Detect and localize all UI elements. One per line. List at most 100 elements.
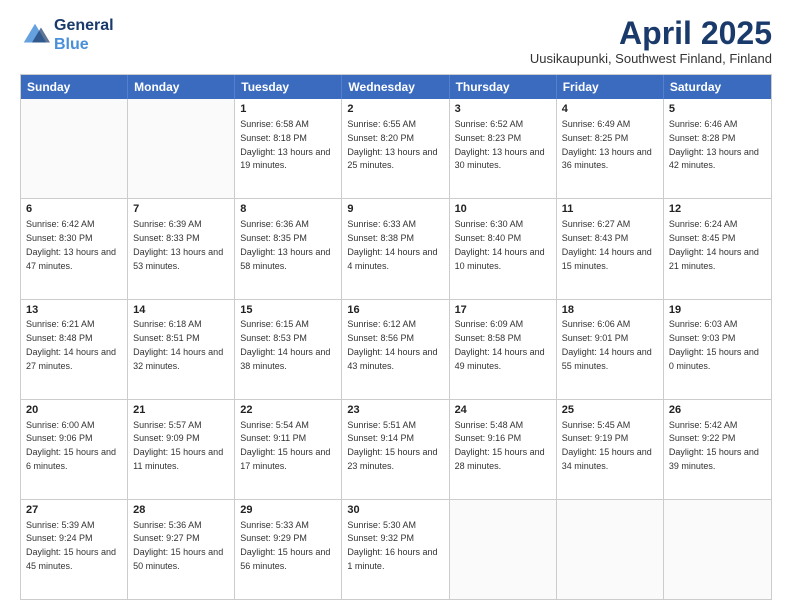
day-number: 24: [455, 403, 551, 418]
day-number: 6: [26, 202, 122, 217]
day-cell-11: 11 Sunrise: 6:27 AM Sunset: 8:43 PM Dayli…: [557, 199, 664, 298]
day-number: 22: [240, 403, 336, 418]
location: Uusikaupunki, Southwest Finland, Finland: [530, 51, 772, 66]
empty-cell: [557, 500, 664, 599]
empty-cell: [21, 99, 128, 198]
sun-info: Sunrise: 6:27 AM Sunset: 8:43 PM Dayligh…: [562, 219, 652, 270]
sun-info: Sunrise: 5:42 AM Sunset: 9:22 PM Dayligh…: [669, 420, 759, 471]
day-number: 14: [133, 303, 229, 318]
day-cell-13: 13Sunrise: 6:21 AM Sunset: 8:48 PM Dayli…: [21, 300, 128, 399]
sun-info: Sunrise: 6:30 AM Sunset: 8:40 PM Dayligh…: [455, 219, 545, 270]
day-number: 10: [455, 202, 551, 217]
header-day-monday: Monday: [128, 75, 235, 99]
empty-cell: [450, 500, 557, 599]
logo: General Blue: [20, 16, 114, 54]
day-cell-30: 30Sunrise: 5:30 AM Sunset: 9:32 PM Dayli…: [342, 500, 449, 599]
day-cell-7: 7 Sunrise: 6:39 AM Sunset: 8:33 PM Daylig…: [128, 199, 235, 298]
day-number: 20: [26, 403, 122, 418]
sun-info: Sunrise: 5:48 AM Sunset: 9:16 PM Dayligh…: [455, 420, 545, 471]
sun-info: Sunrise: 5:54 AM Sunset: 9:11 PM Dayligh…: [240, 420, 330, 471]
day-number: 9: [347, 202, 443, 217]
sun-info: Sunrise: 5:30 AM Sunset: 9:32 PM Dayligh…: [347, 520, 437, 571]
day-cell-26: 26 Sunrise: 5:42 AM Sunset: 9:22 PM Dayli…: [664, 400, 771, 499]
day-number: 27: [26, 503, 122, 518]
day-cell-29: 29 Sunrise: 5:33 AM Sunset: 9:29 PM Dayli…: [235, 500, 342, 599]
calendar-header: SundayMondayTuesdayWednesdayThursdayFrid…: [21, 75, 771, 99]
day-cell-5: 5Sunrise: 6:46 AM Sunset: 8:28 PM Daylig…: [664, 99, 771, 198]
day-cell-27: 27 Sunrise: 5:39 AM Sunset: 9:24 PM Dayli…: [21, 500, 128, 599]
day-cell-6: 6 Sunrise: 6:42 AM Sunset: 8:30 PM Daylig…: [21, 199, 128, 298]
day-number: 28: [133, 503, 229, 518]
sun-info: Sunrise: 6:42 AM Sunset: 8:30 PM Dayligh…: [26, 219, 116, 270]
day-cell-2: 2Sunrise: 6:55 AM Sunset: 8:20 PM Daylig…: [342, 99, 449, 198]
calendar-week-4: 20 Sunrise: 6:00 AM Sunset: 9:06 PM Dayli…: [21, 399, 771, 499]
day-cell-15: 15Sunrise: 6:15 AM Sunset: 8:53 PM Dayli…: [235, 300, 342, 399]
day-number: 3: [455, 102, 551, 117]
sun-info: Sunrise: 5:39 AM Sunset: 9:24 PM Dayligh…: [26, 520, 116, 571]
calendar-week-1: 1 Sunrise: 6:58 AM Sunset: 8:18 PM Daylig…: [21, 99, 771, 198]
sun-info: Sunrise: 6:18 AM Sunset: 8:51 PM Dayligh…: [133, 319, 223, 370]
logo-icon: [20, 20, 50, 50]
header-day-tuesday: Tuesday: [235, 75, 342, 99]
day-cell-16: 16Sunrise: 6:12 AM Sunset: 8:56 PM Dayli…: [342, 300, 449, 399]
day-number: 19: [669, 303, 766, 318]
day-number: 25: [562, 403, 658, 418]
day-cell-28: 28 Sunrise: 5:36 AM Sunset: 9:27 PM Dayli…: [128, 500, 235, 599]
header-day-sunday: Sunday: [21, 75, 128, 99]
day-number: 23: [347, 403, 443, 418]
day-cell-20: 20 Sunrise: 6:00 AM Sunset: 9:06 PM Dayli…: [21, 400, 128, 499]
day-cell-22: 22 Sunrise: 5:54 AM Sunset: 9:11 PM Dayli…: [235, 400, 342, 499]
sun-info: Sunrise: 6:15 AM Sunset: 8:53 PM Dayligh…: [240, 319, 330, 370]
day-cell-14: 14Sunrise: 6:18 AM Sunset: 8:51 PM Dayli…: [128, 300, 235, 399]
day-number: 26: [669, 403, 766, 418]
sun-info: Sunrise: 6:39 AM Sunset: 8:33 PM Dayligh…: [133, 219, 223, 270]
sun-info: Sunrise: 5:36 AM Sunset: 9:27 PM Dayligh…: [133, 520, 223, 571]
logo-text: General Blue: [54, 16, 114, 54]
sun-info: Sunrise: 6:24 AM Sunset: 8:45 PM Dayligh…: [669, 219, 759, 270]
month-title: April 2025: [530, 16, 772, 51]
sun-info: Sunrise: 6:00 AM Sunset: 9:06 PM Dayligh…: [26, 420, 116, 471]
header-day-saturday: Saturday: [664, 75, 771, 99]
day-cell-19: 19Sunrise: 6:03 AM Sunset: 9:03 PM Dayli…: [664, 300, 771, 399]
calendar-week-5: 27 Sunrise: 5:39 AM Sunset: 9:24 PM Dayli…: [21, 499, 771, 599]
sun-info: Sunrise: 6:09 AM Sunset: 8:58 PM Dayligh…: [455, 319, 545, 370]
sun-info: Sunrise: 6:03 AM Sunset: 9:03 PM Dayligh…: [669, 319, 759, 370]
calendar: SundayMondayTuesdayWednesdayThursdayFrid…: [20, 74, 772, 600]
sun-info: Sunrise: 6:49 AM Sunset: 8:25 PM Dayligh…: [562, 119, 652, 170]
sun-info: Sunrise: 6:55 AM Sunset: 8:20 PM Dayligh…: [347, 119, 437, 170]
day-cell-4: 4 Sunrise: 6:49 AM Sunset: 8:25 PM Daylig…: [557, 99, 664, 198]
empty-cell: [128, 99, 235, 198]
day-number: 12: [669, 202, 766, 217]
day-number: 13: [26, 303, 122, 318]
day-cell-1: 1 Sunrise: 6:58 AM Sunset: 8:18 PM Daylig…: [235, 99, 342, 198]
day-cell-8: 8 Sunrise: 6:36 AM Sunset: 8:35 PM Daylig…: [235, 199, 342, 298]
day-cell-3: 3Sunrise: 6:52 AM Sunset: 8:23 PM Daylig…: [450, 99, 557, 198]
sun-info: Sunrise: 6:06 AM Sunset: 9:01 PM Dayligh…: [562, 319, 652, 370]
day-number: 8: [240, 202, 336, 217]
day-number: 17: [455, 303, 551, 318]
day-cell-21: 21Sunrise: 5:57 AM Sunset: 9:09 PM Dayli…: [128, 400, 235, 499]
calendar-body: 1 Sunrise: 6:58 AM Sunset: 8:18 PM Daylig…: [21, 99, 771, 599]
sun-info: Sunrise: 5:33 AM Sunset: 9:29 PM Dayligh…: [240, 520, 330, 571]
page: General Blue April 2025 Uusikaupunki, So…: [0, 0, 792, 612]
day-number: 16: [347, 303, 443, 318]
day-number: 29: [240, 503, 336, 518]
header-day-thursday: Thursday: [450, 75, 557, 99]
calendar-week-2: 6 Sunrise: 6:42 AM Sunset: 8:30 PM Daylig…: [21, 198, 771, 298]
day-cell-24: 24 Sunrise: 5:48 AM Sunset: 9:16 PM Dayli…: [450, 400, 557, 499]
day-number: 4: [562, 102, 658, 117]
sun-info: Sunrise: 5:45 AM Sunset: 9:19 PM Dayligh…: [562, 420, 652, 471]
empty-cell: [664, 500, 771, 599]
sun-info: Sunrise: 6:46 AM Sunset: 8:28 PM Dayligh…: [669, 119, 759, 170]
sun-info: Sunrise: 6:36 AM Sunset: 8:35 PM Dayligh…: [240, 219, 330, 270]
day-number: 11: [562, 202, 658, 217]
day-number: 1: [240, 102, 336, 117]
day-cell-25: 25 Sunrise: 5:45 AM Sunset: 9:19 PM Dayli…: [557, 400, 664, 499]
header-day-wednesday: Wednesday: [342, 75, 449, 99]
sun-info: Sunrise: 6:58 AM Sunset: 8:18 PM Dayligh…: [240, 119, 330, 170]
day-number: 7: [133, 202, 229, 217]
calendar-week-3: 13Sunrise: 6:21 AM Sunset: 8:48 PM Dayli…: [21, 299, 771, 399]
day-number: 15: [240, 303, 336, 318]
day-number: 21: [133, 403, 229, 418]
day-cell-17: 17Sunrise: 6:09 AM Sunset: 8:58 PM Dayli…: [450, 300, 557, 399]
